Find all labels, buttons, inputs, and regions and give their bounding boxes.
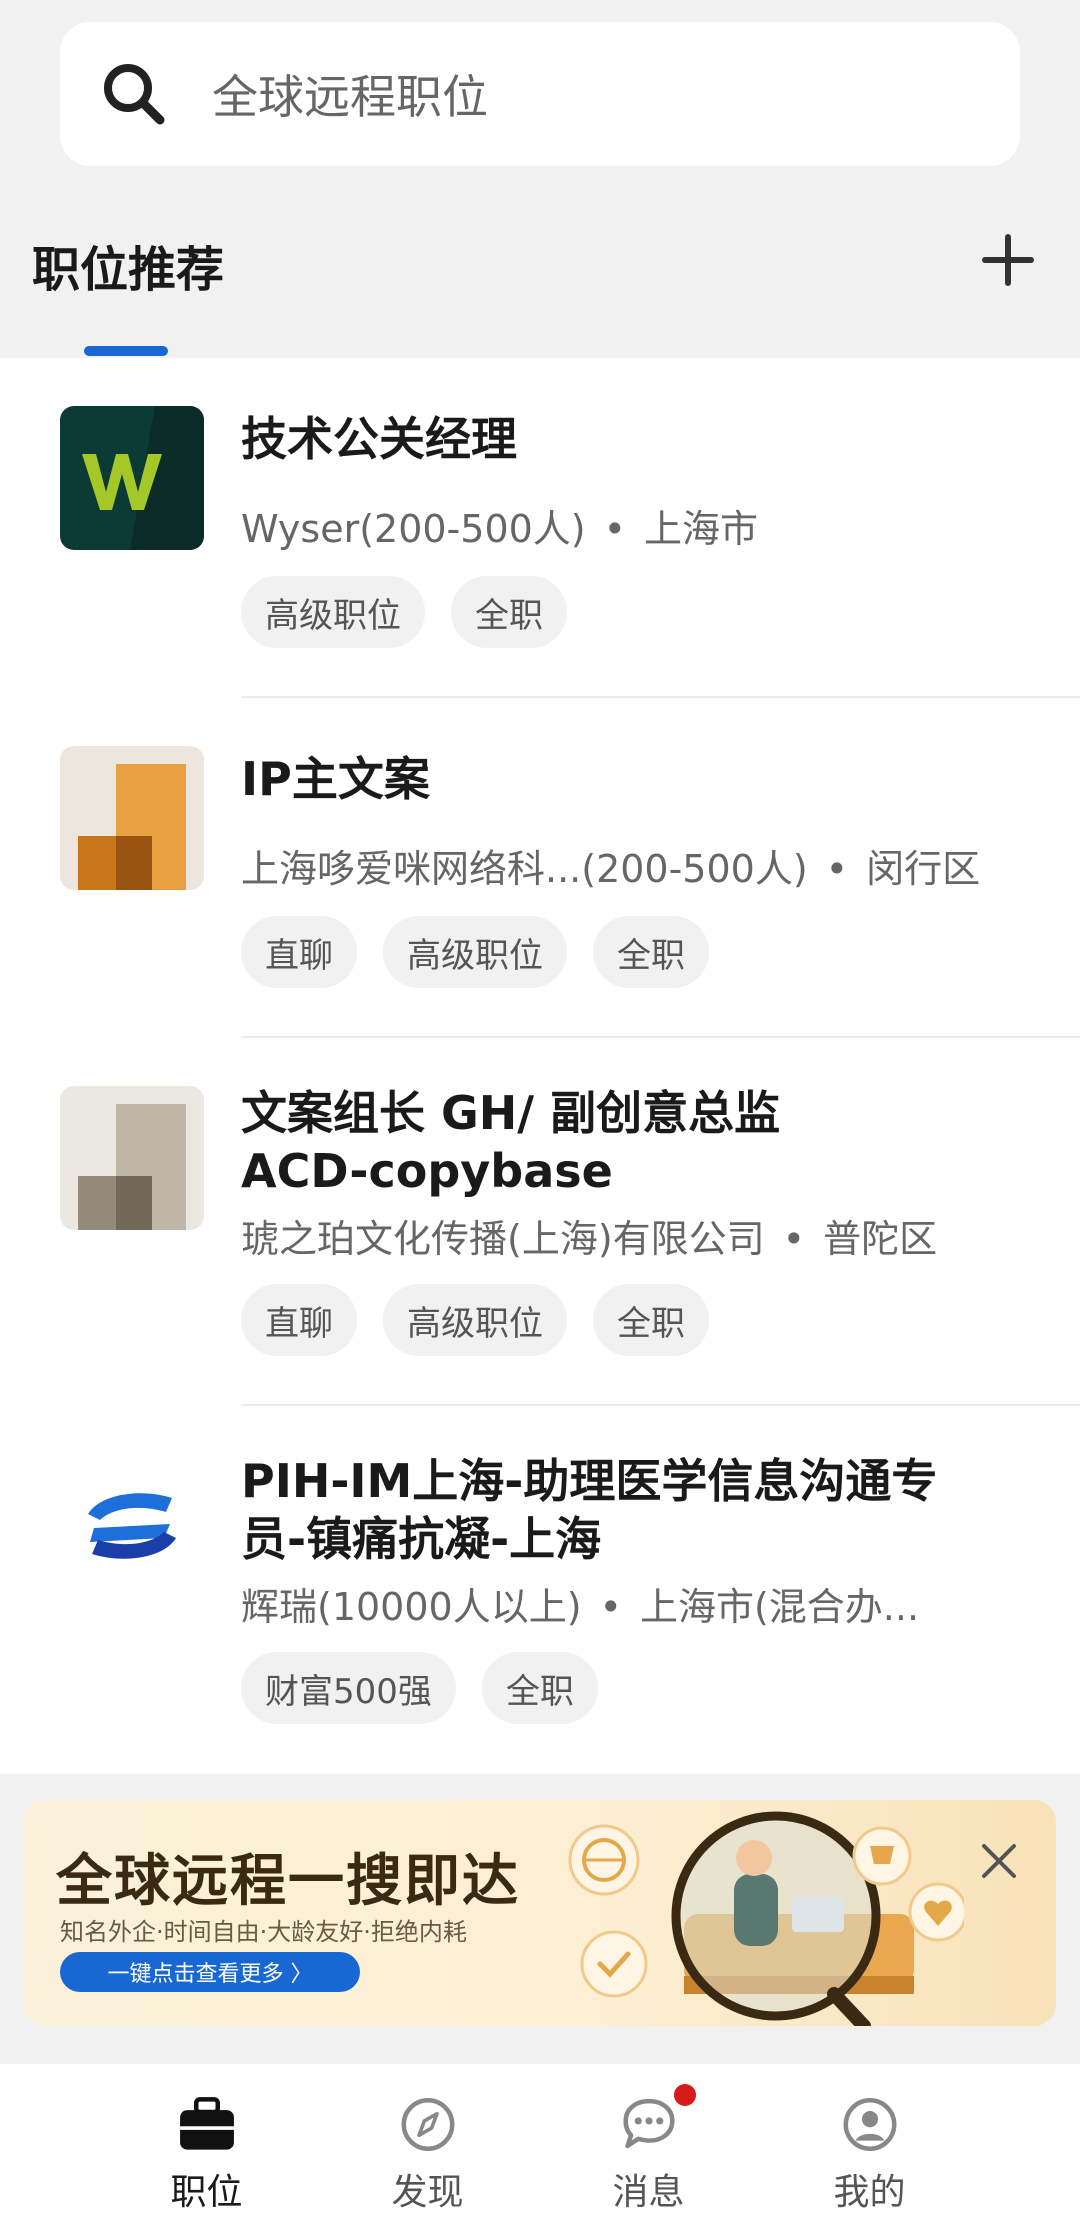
search-placeholder: 全球远程职位: [212, 70, 488, 124]
job-card[interactable]: PIH-IM上海-助理医学信息沟通专员-镇痛抗凝-上海 辉瑞(10000人以上)…: [0, 1406, 1080, 1774]
job-location: 上海市: [644, 507, 759, 551]
company-name: 上海哆爱咪网络科...(200-500人): [241, 847, 808, 891]
briefcase-icon: [179, 2097, 234, 2150]
banner-subtitle: 知名外企·时间自由·大龄友好·拒绝内耗: [60, 1918, 467, 1946]
job-tag: 直聊: [241, 1284, 357, 1356]
compass-icon: [401, 2098, 454, 2151]
nav-item-jobs[interactable]: 职位: [96, 2064, 317, 2215]
promo-banner[interactable]: 全球远程一搜即达 知名外企·时间自由·大龄友好·拒绝内耗 一键点击查看更多 〉: [24, 1800, 1056, 2026]
company-logo: [60, 1454, 204, 1598]
bottom-nav: 职位 发现 消息 我的: [0, 2064, 1080, 2215]
job-tags: 财富500强 全职: [241, 1652, 598, 1724]
job-location: 闵行区: [866, 847, 981, 891]
job-tags: 直聊 高级职位 全职: [241, 916, 709, 988]
profile-icon: [843, 2098, 896, 2151]
job-tag: 全职: [481, 1652, 598, 1724]
nav-label: 发现: [391, 2172, 464, 2213]
job-title: 技术公关经理: [241, 412, 517, 466]
company-name: Wyser(200-500人): [241, 507, 586, 551]
job-title: IP主文案: [241, 752, 430, 806]
job-tag: 全职: [451, 576, 567, 648]
company-name: 辉瑞(10000人以上): [241, 1585, 582, 1629]
banner-illustration: [568, 1811, 964, 2026]
add-icon[interactable]: [976, 228, 1040, 292]
job-tag: 高级职位: [383, 916, 567, 988]
job-meta: Wyser(200-500人) • 上海市: [241, 507, 759, 551]
company-name: 琥之珀文化传播(上海)有限公司: [241, 1217, 765, 1261]
nav-item-discover[interactable]: 发现: [317, 2064, 538, 2215]
job-tag: 直聊: [241, 916, 357, 988]
section-title[interactable]: 职位推荐: [32, 230, 224, 300]
job-card[interactable]: 技术公关经理 Wyser(200-500人) • 上海市 高级职位 全职: [0, 358, 1080, 698]
company-logo: [60, 406, 204, 550]
nav-label: 职位: [170, 2172, 243, 2213]
job-title: PIH-IM上海-助理医学信息沟通专员-镇痛抗凝-上海: [241, 1454, 938, 1566]
banner-title: 全球远程一搜即达: [56, 1849, 520, 1914]
nav-item-messages[interactable]: 消息: [538, 2064, 759, 2215]
company-logo: [60, 1086, 204, 1230]
search-icon: [104, 64, 165, 125]
job-tag: 全职: [593, 1284, 709, 1356]
job-location: 上海市(混合办...: [639, 1585, 920, 1629]
job-tags: 高级职位 全职: [241, 576, 567, 648]
job-meta: 上海哆爱咪网络科...(200-500人) • 闵行区: [241, 847, 981, 891]
job-card[interactable]: 文案组长 GH/ 副创意总监 ACD-copybase 琥之珀文化传播(上海)有…: [0, 1038, 1080, 1406]
tab-indicator: [84, 346, 168, 356]
section-header: 职位推荐: [0, 200, 1080, 358]
job-meta: 琥之珀文化传播(上海)有限公司 • 普陀区: [241, 1217, 938, 1261]
search-bar[interactable]: 全球远程职位: [60, 22, 1020, 166]
job-tags: 直聊 高级职位 全职: [241, 1284, 709, 1356]
chat-icon: [622, 2098, 675, 2149]
job-tag: 全职: [593, 916, 709, 988]
job-card[interactable]: IP主文案 上海哆爱咪网络科...(200-500人) • 闵行区 直聊 高级职位 …: [0, 698, 1080, 1038]
job-list: 技术公关经理 Wyser(200-500人) • 上海市 高级职位 全职 IP主文案…: [0, 358, 1080, 1774]
job-meta: 辉瑞(10000人以上) • 上海市(混合办...: [241, 1585, 920, 1629]
nav-label: 我的: [833, 2172, 906, 2213]
company-logo: [60, 746, 204, 890]
job-title: 文案组长 GH/ 副创意总监 ACD-copybase: [241, 1086, 781, 1198]
job-tag: 财富500强: [241, 1652, 456, 1724]
unread-badge: [674, 2084, 696, 2106]
nav-label: 消息: [612, 2172, 685, 2213]
banner-more-button[interactable]: 一键点击查看更多 〉: [60, 1952, 360, 1992]
nav-item-profile[interactable]: 我的: [759, 2064, 980, 2215]
job-tag: 高级职位: [241, 576, 425, 648]
job-tag: 高级职位: [383, 1284, 567, 1356]
job-location: 普陀区: [823, 1217, 938, 1261]
close-icon[interactable]: [972, 1834, 1026, 1888]
